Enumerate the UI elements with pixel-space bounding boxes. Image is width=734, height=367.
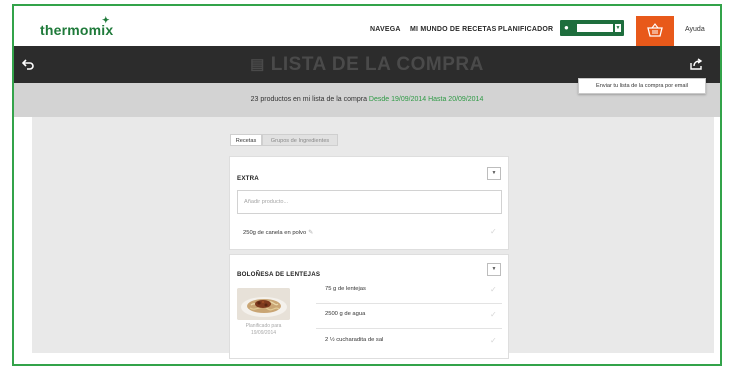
list-item-label: 250g de canela en polvo <box>243 230 307 236</box>
card-dropdown-button[interactable]: ▼ <box>487 263 501 276</box>
nav-mi-mundo-de-recetas[interactable]: MI MUNDO DE RECETAS <box>410 26 497 33</box>
browser-frame: thermomix ✦ NAVEGA MI MUNDO DE RECETAS P… <box>12 4 722 366</box>
help-link[interactable]: Ayuda <box>685 26 705 33</box>
list-item[interactable]: 2500 g de agua <box>325 311 365 317</box>
list-item[interactable]: 250g de canela en polvo ✎ <box>243 229 313 236</box>
chevron-down-icon: ▼ <box>615 24 621 32</box>
divider <box>316 303 502 304</box>
nav-navega[interactable]: NAVEGA <box>370 26 401 33</box>
card-title: BOLOÑESA DE LENTEJAS <box>237 271 321 278</box>
email-list-tooltip[interactable]: Enviar tu lista de la compra por email <box>578 78 706 94</box>
thermomix-logo[interactable]: thermomix ✦ <box>40 15 113 38</box>
shopping-basket-button[interactable] <box>636 16 674 46</box>
recipe-photo <box>237 288 290 320</box>
check-icon[interactable]: ✓ <box>490 336 497 345</box>
date-range-link[interactable]: Desde 19/09/2014 Hasta 20/09/2014 <box>369 96 483 103</box>
product-count-text: 23 productos en mi lista de la compra <box>250 96 367 103</box>
user-menu-button[interactable]: ● ▼ <box>560 20 624 36</box>
top-header: thermomix ✦ NAVEGA MI MUNDO DE RECETAS P… <box>14 6 720 46</box>
summary-text: 23 productos en mi lista de la compra De… <box>14 96 720 103</box>
logo-star-icon: ✦ <box>102 15 110 25</box>
list-icon: ▤ <box>250 56 265 73</box>
add-product-input[interactable] <box>244 196 484 208</box>
planned-label: Planificado para <box>245 323 282 329</box>
user-icon: ● <box>564 23 569 32</box>
card-dropdown-button[interactable]: ▼ <box>487 167 501 180</box>
check-icon[interactable]: ✓ <box>490 227 497 236</box>
recipe-image[interactable] <box>237 288 290 320</box>
add-product-field[interactable] <box>237 190 502 214</box>
list-item[interactable]: 75 g de lentejas <box>325 286 366 292</box>
share-button[interactable] <box>690 57 703 75</box>
extra-card: EXTRA ▼ 250g de canela en polvo✎ ✓ <box>229 156 509 250</box>
shopping-basket-icon <box>647 23 663 37</box>
tab-grupos-de-ingredientes[interactable]: Grupos de Ingredientes <box>262 134 338 146</box>
page-title: ▤ LISTA DE LA COMPRA <box>14 54 720 76</box>
page-title-text: LISTA DE LA COMPRA <box>270 54 484 75</box>
planned-date: 19/09/2014 <box>250 330 277 336</box>
card-title: EXTRA <box>237 175 259 182</box>
username-field <box>577 24 613 32</box>
tab-recetas[interactable]: Recetas <box>230 134 262 146</box>
main-content: Recetas Grupos de Ingredientes EXTRA ▼ 2… <box>32 117 714 359</box>
check-icon[interactable]: ✓ <box>490 310 497 319</box>
nav-planificador[interactable]: PLANIFICADOR <box>498 26 553 33</box>
list-item[interactable]: 2 ½ cucharadita de sal <box>325 337 383 343</box>
pencil-icon[interactable]: ✎ <box>308 230 313 236</box>
divider <box>316 328 502 329</box>
share-icon <box>690 58 703 70</box>
check-icon[interactable]: ✓ <box>490 285 497 294</box>
recipe-card: BOLOÑESA DE LENTEJAS ▼ Planificado para … <box>229 254 509 359</box>
